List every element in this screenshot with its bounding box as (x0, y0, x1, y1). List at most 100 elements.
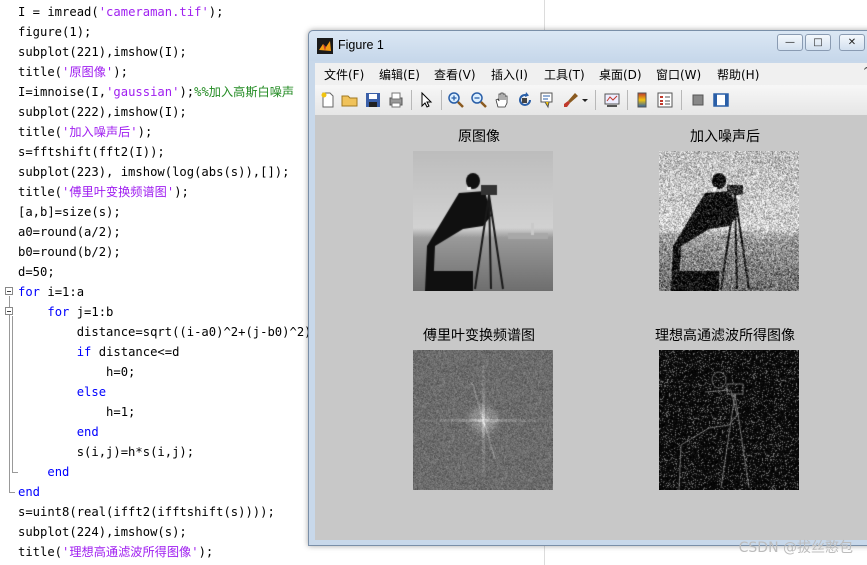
code-line[interactable]: title('理想高通滤波所得图像'); (18, 542, 213, 562)
code-text: subplot(221),imshow(I); (18, 45, 187, 59)
code-text: subplot(224),imshow(s); (18, 525, 187, 539)
code-line[interactable]: d=50; (18, 262, 55, 282)
code-text: title( (18, 545, 63, 559)
fold-toggle-for-i[interactable] (5, 287, 13, 295)
code-text: ); (198, 545, 214, 559)
code-line[interactable]: for i=1:a (18, 282, 84, 302)
code-line[interactable]: end (18, 462, 69, 482)
hide-plot-tools-icon[interactable] (689, 91, 707, 109)
code-line[interactable]: a0=round(a/2); (18, 222, 121, 242)
zoom-in-icon[interactable] (447, 91, 465, 109)
code-string: '加入噪声后' (62, 125, 138, 139)
code-string: 'cameraman.tif' (98, 5, 209, 19)
code-line[interactable]: [a,b]=size(s); (18, 202, 121, 222)
subplot-original-image[interactable] (413, 151, 553, 291)
menu-help[interactable]: 帮助(H) (717, 66, 759, 83)
image-canvas (413, 350, 553, 490)
rotate-icon[interactable] (516, 91, 534, 109)
code-line[interactable]: title('原图像'); (18, 62, 128, 82)
save-icon[interactable] (364, 91, 382, 109)
code-text: b0=round(b/2); (18, 245, 121, 259)
menu-insert[interactable]: 插入(I) (491, 66, 528, 83)
toolbar-separator (627, 90, 628, 110)
subplot-highpass-image[interactable] (659, 350, 799, 490)
code-line[interactable]: distance=sqrt((i-a0)^2+(j-b0)^2); (18, 322, 319, 342)
show-plot-tools-icon[interactable] (712, 91, 730, 109)
code-comment: %%加入高斯白噪声 (194, 85, 295, 99)
brush-icon[interactable] (562, 91, 580, 109)
maximize-button[interactable]: □ (805, 34, 831, 51)
menu-window[interactable]: 窗口(W) (656, 66, 701, 83)
title-bar[interactable]: Figure 1 — □ ✕ (309, 31, 867, 61)
code-line[interactable]: title('加入噪声后'); (18, 122, 152, 142)
code-text: j=1:b (69, 305, 114, 319)
code-line[interactable]: h=0; (18, 362, 135, 382)
menu-file[interactable]: 文件(F) (324, 66, 364, 83)
fold-end-marker (9, 492, 15, 493)
subplot-title-spectrum: 傅里叶变换频谱图 (423, 328, 535, 344)
code-line[interactable]: s=uint8(real(ifft2(ifftshift(s)))); (18, 502, 275, 522)
subplot-title-highpass: 理想高通滤波所得图像 (655, 328, 795, 344)
minimize-button[interactable]: — (777, 34, 803, 51)
code-text: s(i,j)=h*s(i,j); (18, 445, 195, 459)
menu-edit[interactable]: 编辑(E) (379, 66, 420, 83)
code-string: '理想高通滤波所得图像' (62, 545, 199, 559)
brush-dropdown-icon[interactable] (581, 91, 589, 109)
fold-gutter (0, 0, 18, 565)
menu-tools[interactable]: 工具(T) (544, 66, 585, 83)
pointer-icon[interactable] (417, 91, 435, 109)
code-text: subplot(222),imshow(I); (18, 105, 187, 119)
code-line[interactable]: I=imnoise(I,'gaussian');%%加入高斯白噪声 (18, 82, 294, 102)
figure-canvas[interactable]: 原图像 加入噪声后 傅里叶变换频谱图 理想高通滤波所得图像 (315, 116, 867, 540)
code-line[interactable]: subplot(224),imshow(s); (18, 522, 187, 542)
code-line[interactable]: h=1; (18, 402, 135, 422)
code-line[interactable]: s=fftshift(fft2(I)); (18, 142, 165, 162)
code-string: '傅里叶变换频谱图' (62, 185, 175, 199)
code-line[interactable]: I = imread('cameraman.tif'); (18, 2, 223, 22)
code-line[interactable]: subplot(223), imshow(log(abs(s)),[]); (18, 162, 290, 182)
menu-view[interactable]: 查看(V) (434, 66, 476, 83)
code-text: h=0; (18, 365, 136, 379)
code-text: title( (18, 65, 63, 79)
code-text: title( (18, 125, 63, 139)
open-folder-icon[interactable] (341, 91, 359, 109)
fold-toggle-for-j[interactable] (5, 307, 13, 315)
code-line[interactable]: subplot(221),imshow(I); (18, 42, 187, 62)
code-line[interactable]: figure(1); (18, 22, 91, 42)
image-canvas (659, 151, 799, 291)
close-button[interactable]: ✕ (839, 34, 865, 51)
link-plot-icon[interactable] (603, 91, 621, 109)
code-line[interactable]: end (18, 482, 40, 502)
menu-desktop[interactable]: 桌面(D) (599, 66, 642, 83)
print-icon[interactable] (387, 91, 405, 109)
code-line[interactable]: b0=round(b/2); (18, 242, 121, 262)
code-text: distance<=d (91, 345, 180, 359)
code-keyword: else (76, 385, 107, 399)
menu-overflow-icon[interactable]: ⌃ (862, 65, 867, 78)
code-line[interactable]: else (18, 382, 106, 402)
code-text: title( (18, 185, 63, 199)
code-line[interactable]: for j=1:b (18, 302, 113, 322)
code-text: I = imread( (18, 5, 99, 19)
figure-window[interactable]: Figure 1 — □ ✕ 文件(F) 编辑(E) 查看(V) 插入(I) 工… (308, 30, 867, 546)
colorbar-icon[interactable] (633, 91, 651, 109)
new-figure-icon[interactable] (319, 91, 337, 109)
legend-icon[interactable] (656, 91, 674, 109)
toolbar-separator (681, 90, 682, 110)
code-line[interactable]: end (18, 422, 99, 442)
image-canvas (659, 350, 799, 490)
pan-icon[interactable] (493, 91, 511, 109)
menu-bar: 文件(F) 编辑(E) 查看(V) 插入(I) 工具(T) 桌面(D) 窗口(W… (315, 63, 867, 85)
zoom-out-icon[interactable] (470, 91, 488, 109)
window-title: Figure 1 (338, 38, 384, 52)
code-keyword: end (47, 465, 70, 479)
subplot-spectrum-image[interactable] (413, 350, 553, 490)
data-cursor-icon[interactable] (539, 91, 557, 109)
code-line[interactable]: s(i,j)=h*s(i,j); (18, 442, 194, 462)
code-line[interactable]: subplot(222),imshow(I); (18, 102, 187, 122)
code-line[interactable]: if distance<=d (18, 342, 180, 362)
code-line[interactable]: title('傅里叶变换频谱图'); (18, 182, 189, 202)
subplot-noisy-image[interactable] (659, 151, 799, 291)
